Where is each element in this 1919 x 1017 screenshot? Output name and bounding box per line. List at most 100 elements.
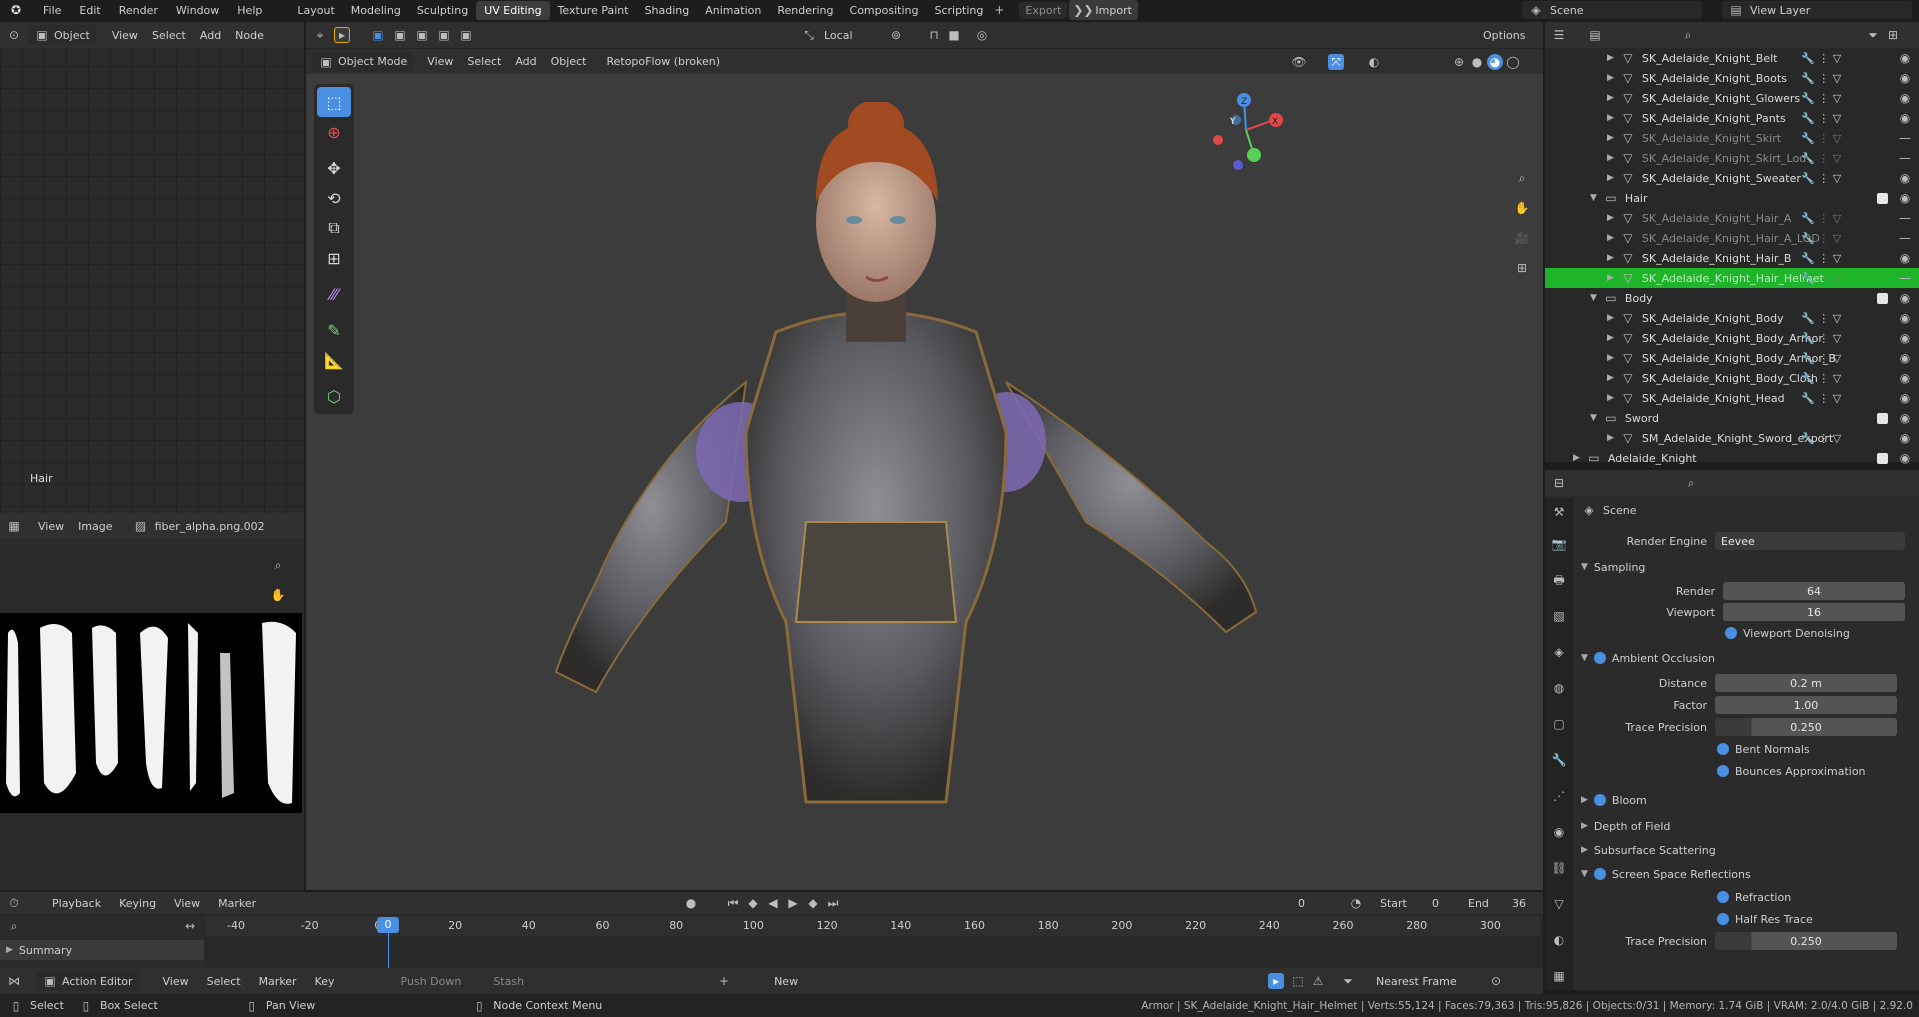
- collection-exclude-checkbox[interactable]: [1877, 192, 1888, 204]
- shading-rendered-icon[interactable]: ◯: [1505, 54, 1521, 70]
- move-tool-icon[interactable]: ✥: [317, 153, 351, 183]
- outliner-collection-row[interactable]: ▼ ▭ Body ◉: [1545, 288, 1919, 308]
- transform-tool-icon[interactable]: ⊞: [317, 243, 351, 273]
- hidden-eye-icon[interactable]: —: [1897, 130, 1913, 146]
- swap-icon[interactable]: ↔: [182, 918, 198, 934]
- errors-icon[interactable]: ⚠: [1310, 973, 1326, 989]
- snap-icon[interactable]: ⊓: [926, 27, 942, 43]
- image-menu-image[interactable]: Image: [78, 520, 112, 533]
- viewport-denoising-toggle[interactable]: Viewport Denoising: [1575, 622, 1915, 644]
- outliner-object-row[interactable]: ▶ ▽ SK_Adelaide_Knight_Sweater 🔧 ⋮ ▽ ◉: [1545, 168, 1919, 188]
- render-samples-field[interactable]: 64: [1723, 582, 1905, 600]
- expand-icon[interactable]: ▶: [1607, 233, 1614, 243]
- ao-panel-header[interactable]: ▼ Ambient Occlusion: [1575, 644, 1915, 672]
- outliner-object-row[interactable]: ▶ ▽ SK_Adelaide_Knight_Hair_A_LOD 🔧 ⋮ ▽ —: [1545, 228, 1919, 248]
- collapse-icon[interactable]: ▼: [1590, 413, 1597, 423]
- action-menu-key[interactable]: Key: [315, 975, 335, 988]
- outliner-filter-icon[interactable]: ⏷: [1865, 27, 1881, 43]
- scale-tool-icon[interactable]: ⧉: [317, 213, 351, 243]
- expand-icon[interactable]: ▶: [1607, 173, 1614, 183]
- eye-icon[interactable]: ◉: [1897, 410, 1913, 426]
- measure-tool-icon[interactable]: 📐: [317, 345, 351, 375]
- image-menu-view[interactable]: View: [38, 520, 64, 533]
- render-tab-icon[interactable]: 📷: [1551, 536, 1567, 552]
- expand-icon[interactable]: ▶: [1607, 93, 1614, 103]
- expand-icon[interactable]: ▶: [1607, 53, 1614, 63]
- render-engine-select[interactable]: Eevee: [1715, 532, 1905, 550]
- scene-tab-icon[interactable]: ◈: [1551, 644, 1567, 660]
- expand-icon[interactable]: ▶: [1607, 333, 1614, 343]
- outliner-object-row[interactable]: ▶ ▽ SK_Adelaide_Knight_Hair_Helmet 🔧 ⋮ ▽ —: [1545, 268, 1919, 288]
- outliner-object-row[interactable]: ▶ ▽ SK_Adelaide_Knight_Glowers 🔧 ⋮ ▽ ◉: [1545, 88, 1919, 108]
- frame-ruler[interactable]: -40 -20 0 20 40 60 80 100 120 140 160 180 200 220 240 2…: [205, 916, 1540, 936]
- tab-layout[interactable]: Layout: [289, 1, 342, 20]
- rotate-tool-icon[interactable]: ⟲: [317, 183, 351, 213]
- pivot-icon[interactable]: ⊚: [888, 27, 904, 43]
- eye-icon[interactable]: ◉: [1897, 370, 1913, 386]
- image-editor-type-icon[interactable]: ▦: [6, 518, 22, 534]
- menu-help[interactable]: Help: [228, 4, 271, 17]
- half-res-toggle[interactable]: Half Res Trace: [1575, 908, 1915, 930]
- object-mode-select[interactable]: ▣ Object Mode: [312, 51, 414, 72]
- expand-icon[interactable]: ▶: [1607, 153, 1614, 163]
- tab-sculpting[interactable]: Sculpting: [409, 1, 476, 20]
- tab-uv-editing[interactable]: UV Editing: [476, 0, 550, 20]
- ortho-toggle-icon[interactable]: ⊞: [1514, 260, 1530, 276]
- snap-mode-select[interactable]: Nearest Frame: [1376, 975, 1457, 988]
- timeline-menu-keying[interactable]: Keying: [119, 897, 156, 910]
- navigation-gizmo[interactable]: X Z Y: [1206, 90, 1286, 170]
- select-box-tool-icon[interactable]: ⬚: [317, 87, 351, 117]
- tab-compositing[interactable]: Compositing: [842, 1, 927, 20]
- eye-icon[interactable]: ◉: [1897, 350, 1913, 366]
- bounces-toggle[interactable]: Bounces Approximation: [1575, 760, 1915, 782]
- menu-file[interactable]: File: [34, 4, 70, 17]
- outliner-object-row[interactable]: ▶ ▽ SK_Adelaide_Knight_Body_Armor 🔧 ⋮ ▽ ◉: [1545, 328, 1919, 348]
- texture-tab-icon[interactable]: ▦: [1551, 968, 1567, 984]
- ssr-enable-checkbox[interactable]: [1593, 868, 1606, 880]
- view-layer-selector[interactable]: ▤ View Layer: [1722, 1, 1912, 19]
- filter-icon[interactable]: ⏷: [1340, 973, 1356, 989]
- options-menu[interactable]: Options: [1483, 29, 1525, 42]
- modifier-icons[interactable]: 🔧 ⋮ ▽: [1801, 392, 1841, 405]
- outliner-object-row[interactable]: ▶ ▽ SK_Adelaide_Knight_Boots 🔧 ⋮ ▽ ◉: [1545, 68, 1919, 88]
- select-tool-icon[interactable]: ▸: [334, 27, 350, 43]
- modifier-icons[interactable]: 🔧 ⋮ ▽: [1801, 352, 1841, 365]
- eye-icon[interactable]: ◉: [1897, 50, 1913, 66]
- transform-orientation[interactable]: Local: [824, 29, 853, 42]
- viewport-zoom-icon[interactable]: ⌕: [1514, 170, 1530, 186]
- expand-icon[interactable]: ▶: [1607, 73, 1614, 83]
- jump-end-icon[interactable]: ⏭: [825, 895, 841, 911]
- menu-edit[interactable]: Edit: [70, 4, 109, 17]
- viewport-menu-object[interactable]: Object: [551, 55, 587, 68]
- expand-icon[interactable]: ▶: [1607, 133, 1614, 143]
- physics-tab-icon[interactable]: ◉: [1551, 824, 1567, 840]
- outliner-object-row[interactable]: ▶ ▽ SM_Adelaide_Knight_Sword_export 🔧 ⋮ ▽ ◉: [1545, 428, 1919, 448]
- outliner-object-row[interactable]: ▶ ▽ SK_Adelaide_Knight_Body 🔧 ⋮ ▽ ◉: [1545, 308, 1919, 328]
- end-field[interactable]: 36: [1512, 897, 1526, 910]
- expand-icon[interactable]: ▶: [1607, 113, 1614, 123]
- select-mode-new-icon[interactable]: ▣: [370, 27, 386, 43]
- tab-animation[interactable]: Animation: [697, 1, 769, 20]
- action-menu-marker[interactable]: Marker: [259, 975, 297, 988]
- overlay-icon[interactable]: ◐: [1366, 54, 1382, 70]
- outliner-object-row[interactable]: ▶ ▽ SK_Adelaide_Knight_Body_Cloth 🔧 ⋮ ▽ ◉: [1545, 368, 1919, 388]
- outliner-collection-row[interactable]: ▼ ▭ Sword ◉: [1545, 408, 1919, 428]
- collection-exclude-checkbox[interactable]: [1877, 412, 1888, 424]
- image-browse-icon[interactable]: ▨: [133, 518, 149, 534]
- import-button[interactable]: ❯❯ Import: [1069, 0, 1138, 20]
- play-reverse-icon[interactable]: ◀: [765, 895, 781, 911]
- modifier-icons[interactable]: 🔧 ⋮ ▽: [1801, 152, 1841, 165]
- constraints-tab-icon[interactable]: ⛓: [1551, 860, 1567, 876]
- current-frame-field[interactable]: 0: [1298, 897, 1305, 910]
- node-menu-view[interactable]: View: [112, 29, 138, 42]
- collection-exclude-checkbox[interactable]: [1877, 452, 1888, 464]
- viewport-menu-add[interactable]: Add: [515, 55, 536, 68]
- select-mode-extend-icon[interactable]: ▣: [392, 27, 408, 43]
- tool-tab-icon[interactable]: ⚒: [1551, 504, 1567, 520]
- push-down-button[interactable]: Push Down: [401, 975, 462, 988]
- display-mode-icon[interactable]: ▤: [1587, 27, 1603, 43]
- viewport-editor-type-icon[interactable]: ⌖: [312, 27, 328, 43]
- expand-icon[interactable]: ▶: [1607, 393, 1614, 403]
- ssr-panel-header[interactable]: ▼ Screen Space Reflections: [1575, 862, 1915, 886]
- menu-render[interactable]: Render: [110, 4, 167, 17]
